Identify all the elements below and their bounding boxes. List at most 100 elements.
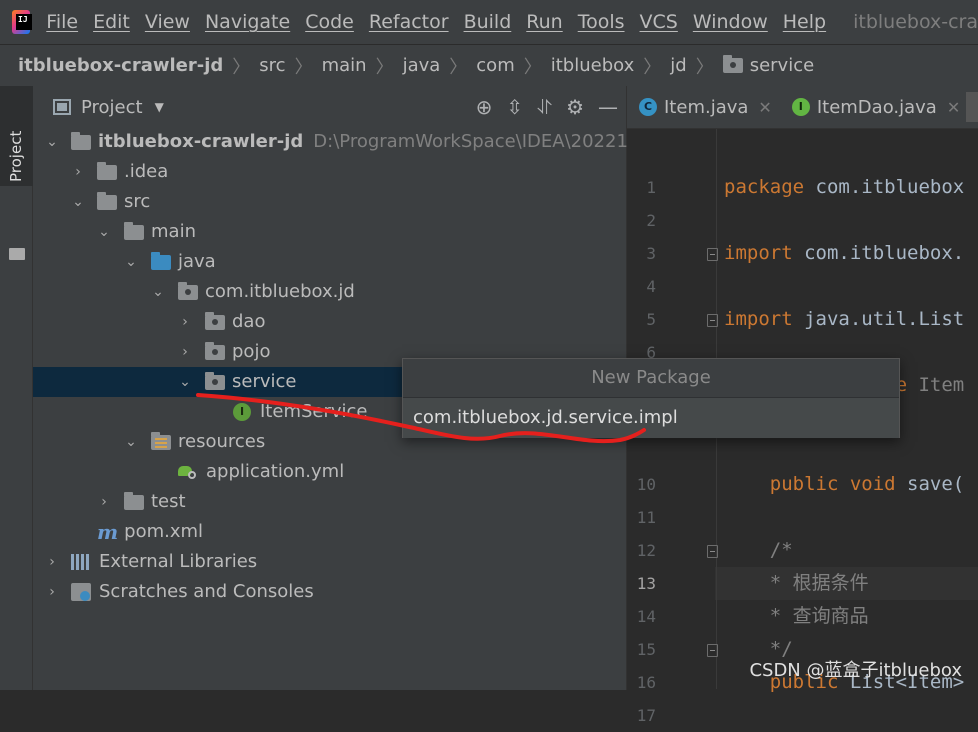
package-name-input[interactable]: com.itbluebox.jd.service.impl xyxy=(403,398,899,438)
project-tool-tab-label: Project xyxy=(7,130,25,182)
tree-node-label: .idea xyxy=(124,161,169,182)
tree-node-dao[interactable]: › dao xyxy=(33,307,627,337)
tree-node-label: test xyxy=(151,491,186,512)
folder-icon[interactable] xyxy=(9,248,25,260)
close-icon[interactable]: ✕ xyxy=(947,98,960,117)
menu-window[interactable]: Window xyxy=(693,11,768,33)
tab-label: ItemDao.java xyxy=(816,96,937,118)
menu-edit[interactable]: Edit xyxy=(93,11,130,33)
line-number: 5 xyxy=(646,310,656,329)
tree-node-java[interactable]: ⌄ java xyxy=(33,247,627,277)
tree-node-pom[interactable]: m pom.xml xyxy=(33,517,627,547)
scratches-icon xyxy=(71,583,91,601)
tree-node-src[interactable]: ⌄ src xyxy=(33,187,627,217)
chevron-right-icon[interactable]: › xyxy=(45,547,59,577)
fold-marker-icon[interactable] xyxy=(707,545,718,558)
source-folder-icon xyxy=(151,251,171,270)
chevron-right-icon[interactable]: › xyxy=(45,577,59,607)
chevron-right-icon[interactable]: › xyxy=(97,487,111,517)
tree-node-idea[interactable]: › .idea xyxy=(33,157,627,187)
code-line-14: * 查询商品 xyxy=(724,605,869,627)
project-tool-tab[interactable]: Project xyxy=(0,86,33,186)
fold-marker-icon[interactable] xyxy=(707,644,718,657)
project-panel-title[interactable]: Project xyxy=(81,97,143,118)
close-icon[interactable]: ✕ xyxy=(758,98,771,117)
folder-icon xyxy=(97,191,117,210)
fold-marker-icon[interactable] xyxy=(707,248,718,261)
watermark: CSDN @蓝盒子itbluebox xyxy=(749,660,962,681)
tab-scroll-handle[interactable] xyxy=(966,92,978,122)
chevron-down-icon[interactable]: ⌄ xyxy=(178,367,192,397)
breadcrumb-item-main[interactable]: main xyxy=(322,55,367,76)
chevron-down-icon[interactable]: ⌄ xyxy=(124,247,138,277)
code-line-10: public void save( xyxy=(724,473,965,495)
chevron-down-icon[interactable]: ⌄ xyxy=(71,187,85,217)
menu-tools[interactable]: Tools xyxy=(578,11,625,33)
fold-marker-icon[interactable] xyxy=(707,314,718,327)
chevron-down-icon[interactable]: ⌄ xyxy=(97,217,111,247)
tree-node-label: itbluebox-crawler-jd xyxy=(98,131,304,152)
collapse-all-icon[interactable]: ⥯ xyxy=(537,95,552,119)
breadcrumb-separator-icon: 〉 xyxy=(294,56,313,78)
chevron-right-icon[interactable]: › xyxy=(178,337,192,367)
project-panel-toolbar: ⊕ ⇳ ⥯ ⚙ — xyxy=(476,86,618,128)
tree-node-external-libraries[interactable]: › External Libraries xyxy=(33,547,627,577)
tree-node-label: Scratches and Consoles xyxy=(99,581,314,602)
line-number: 12 xyxy=(636,541,656,560)
chevron-right-icon[interactable]: › xyxy=(178,307,192,337)
expand-all-icon[interactable]: ⇳ xyxy=(506,95,523,119)
menu-view[interactable]: View xyxy=(145,11,190,33)
tree-node-scratches[interactable]: › Scratches and Consoles xyxy=(33,577,627,607)
line-number: 4 xyxy=(646,277,656,296)
menu-file[interactable]: File xyxy=(46,11,78,33)
breadcrumb-item-src[interactable]: src xyxy=(259,55,285,76)
breadcrumb-item-itbluebox[interactable]: itbluebox xyxy=(551,55,635,76)
chevron-down-icon[interactable]: ⌄ xyxy=(45,127,59,157)
breadcrumb-item-service[interactable]: service xyxy=(750,55,814,76)
breadcrumb-separator-icon: 〉 xyxy=(449,56,468,78)
tree-node-label: resources xyxy=(178,431,266,452)
breadcrumb-item-java[interactable]: java xyxy=(403,55,441,76)
new-package-dialog: New Package com.itbluebox.jd.service.imp… xyxy=(402,358,900,438)
line-number: 10 xyxy=(636,475,656,494)
menu-vcs[interactable]: VCS xyxy=(640,11,678,33)
tree-node-project-root[interactable]: ⌄ itbluebox-crawler-jd D:\ProgramWorkSpa… xyxy=(33,127,651,157)
tree-node-main[interactable]: ⌄ main xyxy=(33,217,627,247)
package-folder-icon xyxy=(205,341,225,360)
tree-node-test[interactable]: › test xyxy=(33,487,627,517)
intellij-logo-icon[interactable]: IJ xyxy=(12,10,33,34)
dropdown-arrow-icon[interactable]: ▼ xyxy=(155,100,164,114)
menu-build[interactable]: Build xyxy=(464,11,512,33)
folder-icon xyxy=(124,491,144,510)
breadcrumb-separator-icon: 〉 xyxy=(643,56,662,78)
chevron-down-icon[interactable]: ⌄ xyxy=(124,427,138,457)
tree-node-application-yml[interactable]: application.yml xyxy=(33,457,627,487)
menu-help[interactable]: Help xyxy=(783,11,826,33)
chevron-down-icon[interactable]: ⌄ xyxy=(151,277,165,307)
tab-item-java[interactable]: C Item.java ✕ xyxy=(627,86,780,128)
breadcrumb-item-jd[interactable]: jd xyxy=(670,55,686,76)
tree-node-label: src xyxy=(124,191,151,212)
breadcrumb-item-project[interactable]: itbluebox-crawler-jd xyxy=(18,55,223,76)
menu-navigate[interactable]: Navigate xyxy=(205,11,290,33)
project-view-icon xyxy=(53,99,71,115)
module-folder-icon xyxy=(71,131,91,150)
hide-panel-icon[interactable]: — xyxy=(598,95,618,119)
spring-config-icon xyxy=(178,463,198,481)
breadcrumb-item-com[interactable]: com xyxy=(476,55,514,76)
menu-refactor[interactable]: Refactor xyxy=(369,11,449,33)
tree-node-label: ItemService xyxy=(260,401,368,422)
tab-itemdao-java[interactable]: I ItemDao.java ✕ xyxy=(780,86,968,128)
select-opened-file-icon[interactable]: ⊕ xyxy=(476,95,493,119)
line-number: 3 xyxy=(646,244,656,263)
resources-folder-icon xyxy=(151,431,171,450)
gear-icon[interactable]: ⚙ xyxy=(566,95,584,119)
menu-run[interactable]: Run xyxy=(526,11,562,33)
code-line-12: /* xyxy=(724,539,793,561)
interface-icon: I xyxy=(791,98,810,116)
chevron-right-icon[interactable]: › xyxy=(71,157,85,187)
package-folder-icon xyxy=(178,281,198,300)
menu-code[interactable]: Code xyxy=(305,11,354,33)
code-line-1: package com.itbluebox xyxy=(724,176,965,198)
tree-node-package[interactable]: ⌄ com.itbluebox.jd xyxy=(33,277,627,307)
